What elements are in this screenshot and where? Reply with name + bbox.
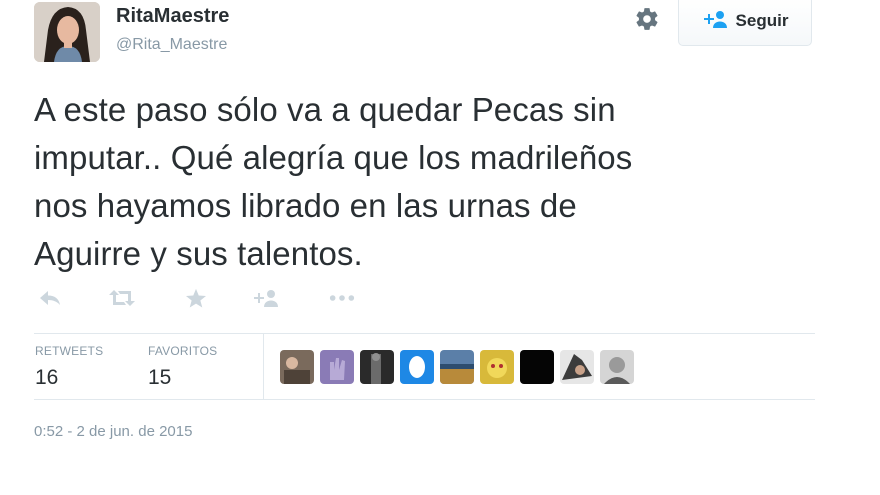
tweet-line: nos hayamos librado en las urnas de — [34, 187, 577, 224]
add-user-icon[interactable] — [252, 286, 280, 310]
favoriter-avatar-7[interactable] — [520, 350, 554, 384]
favoriter-avatar-8[interactable] — [560, 350, 594, 384]
favoriter-avatar-9[interactable] — [600, 350, 634, 384]
favorites-label: FAVORITOS — [148, 344, 218, 358]
add-user-icon — [702, 9, 728, 34]
retweet-icon[interactable] — [108, 286, 136, 310]
favoriter-avatar-3[interactable] — [360, 350, 394, 384]
avatar[interactable] — [34, 2, 100, 62]
favorites-count[interactable]: 15 — [148, 366, 171, 390]
favoriter-avatar-2[interactable] — [320, 350, 354, 384]
favoriter-avatar-6[interactable] — [480, 350, 514, 384]
tweet-text: A este paso sólo va a quedar Pecas sin i… — [34, 86, 814, 278]
stats-divider — [263, 333, 264, 400]
retweets-count[interactable]: 16 — [35, 366, 58, 390]
divider-top — [34, 333, 815, 334]
follow-button[interactable]: Seguir — [678, 0, 812, 46]
gear-icon[interactable] — [634, 6, 660, 32]
favoriter-avatar-4[interactable] — [400, 350, 434, 384]
reply-icon[interactable] — [36, 286, 64, 310]
more-icon[interactable] — [328, 286, 356, 310]
tweet-line: A este paso sólo va a quedar Pecas sin — [34, 91, 616, 128]
retweets-label: RETWEETS — [35, 344, 104, 358]
tweet-line: imputar.. Qué alegría que los madrileños — [34, 139, 633, 176]
follow-label: Seguir — [735, 11, 789, 30]
timestamp[interactable]: 0:52 - 2 de jun. de 2015 — [34, 423, 192, 440]
favoriter-avatar-1[interactable] — [280, 350, 314, 384]
screen-name[interactable]: @Rita_Maestre — [116, 36, 227, 54]
divider-bottom — [34, 399, 815, 400]
tweet-line: Aguirre y sus talentos. — [34, 235, 363, 272]
star-icon[interactable] — [182, 286, 210, 310]
favoriter-avatar-5[interactable] — [440, 350, 474, 384]
display-name[interactable]: RitaMaestre — [116, 5, 229, 28]
